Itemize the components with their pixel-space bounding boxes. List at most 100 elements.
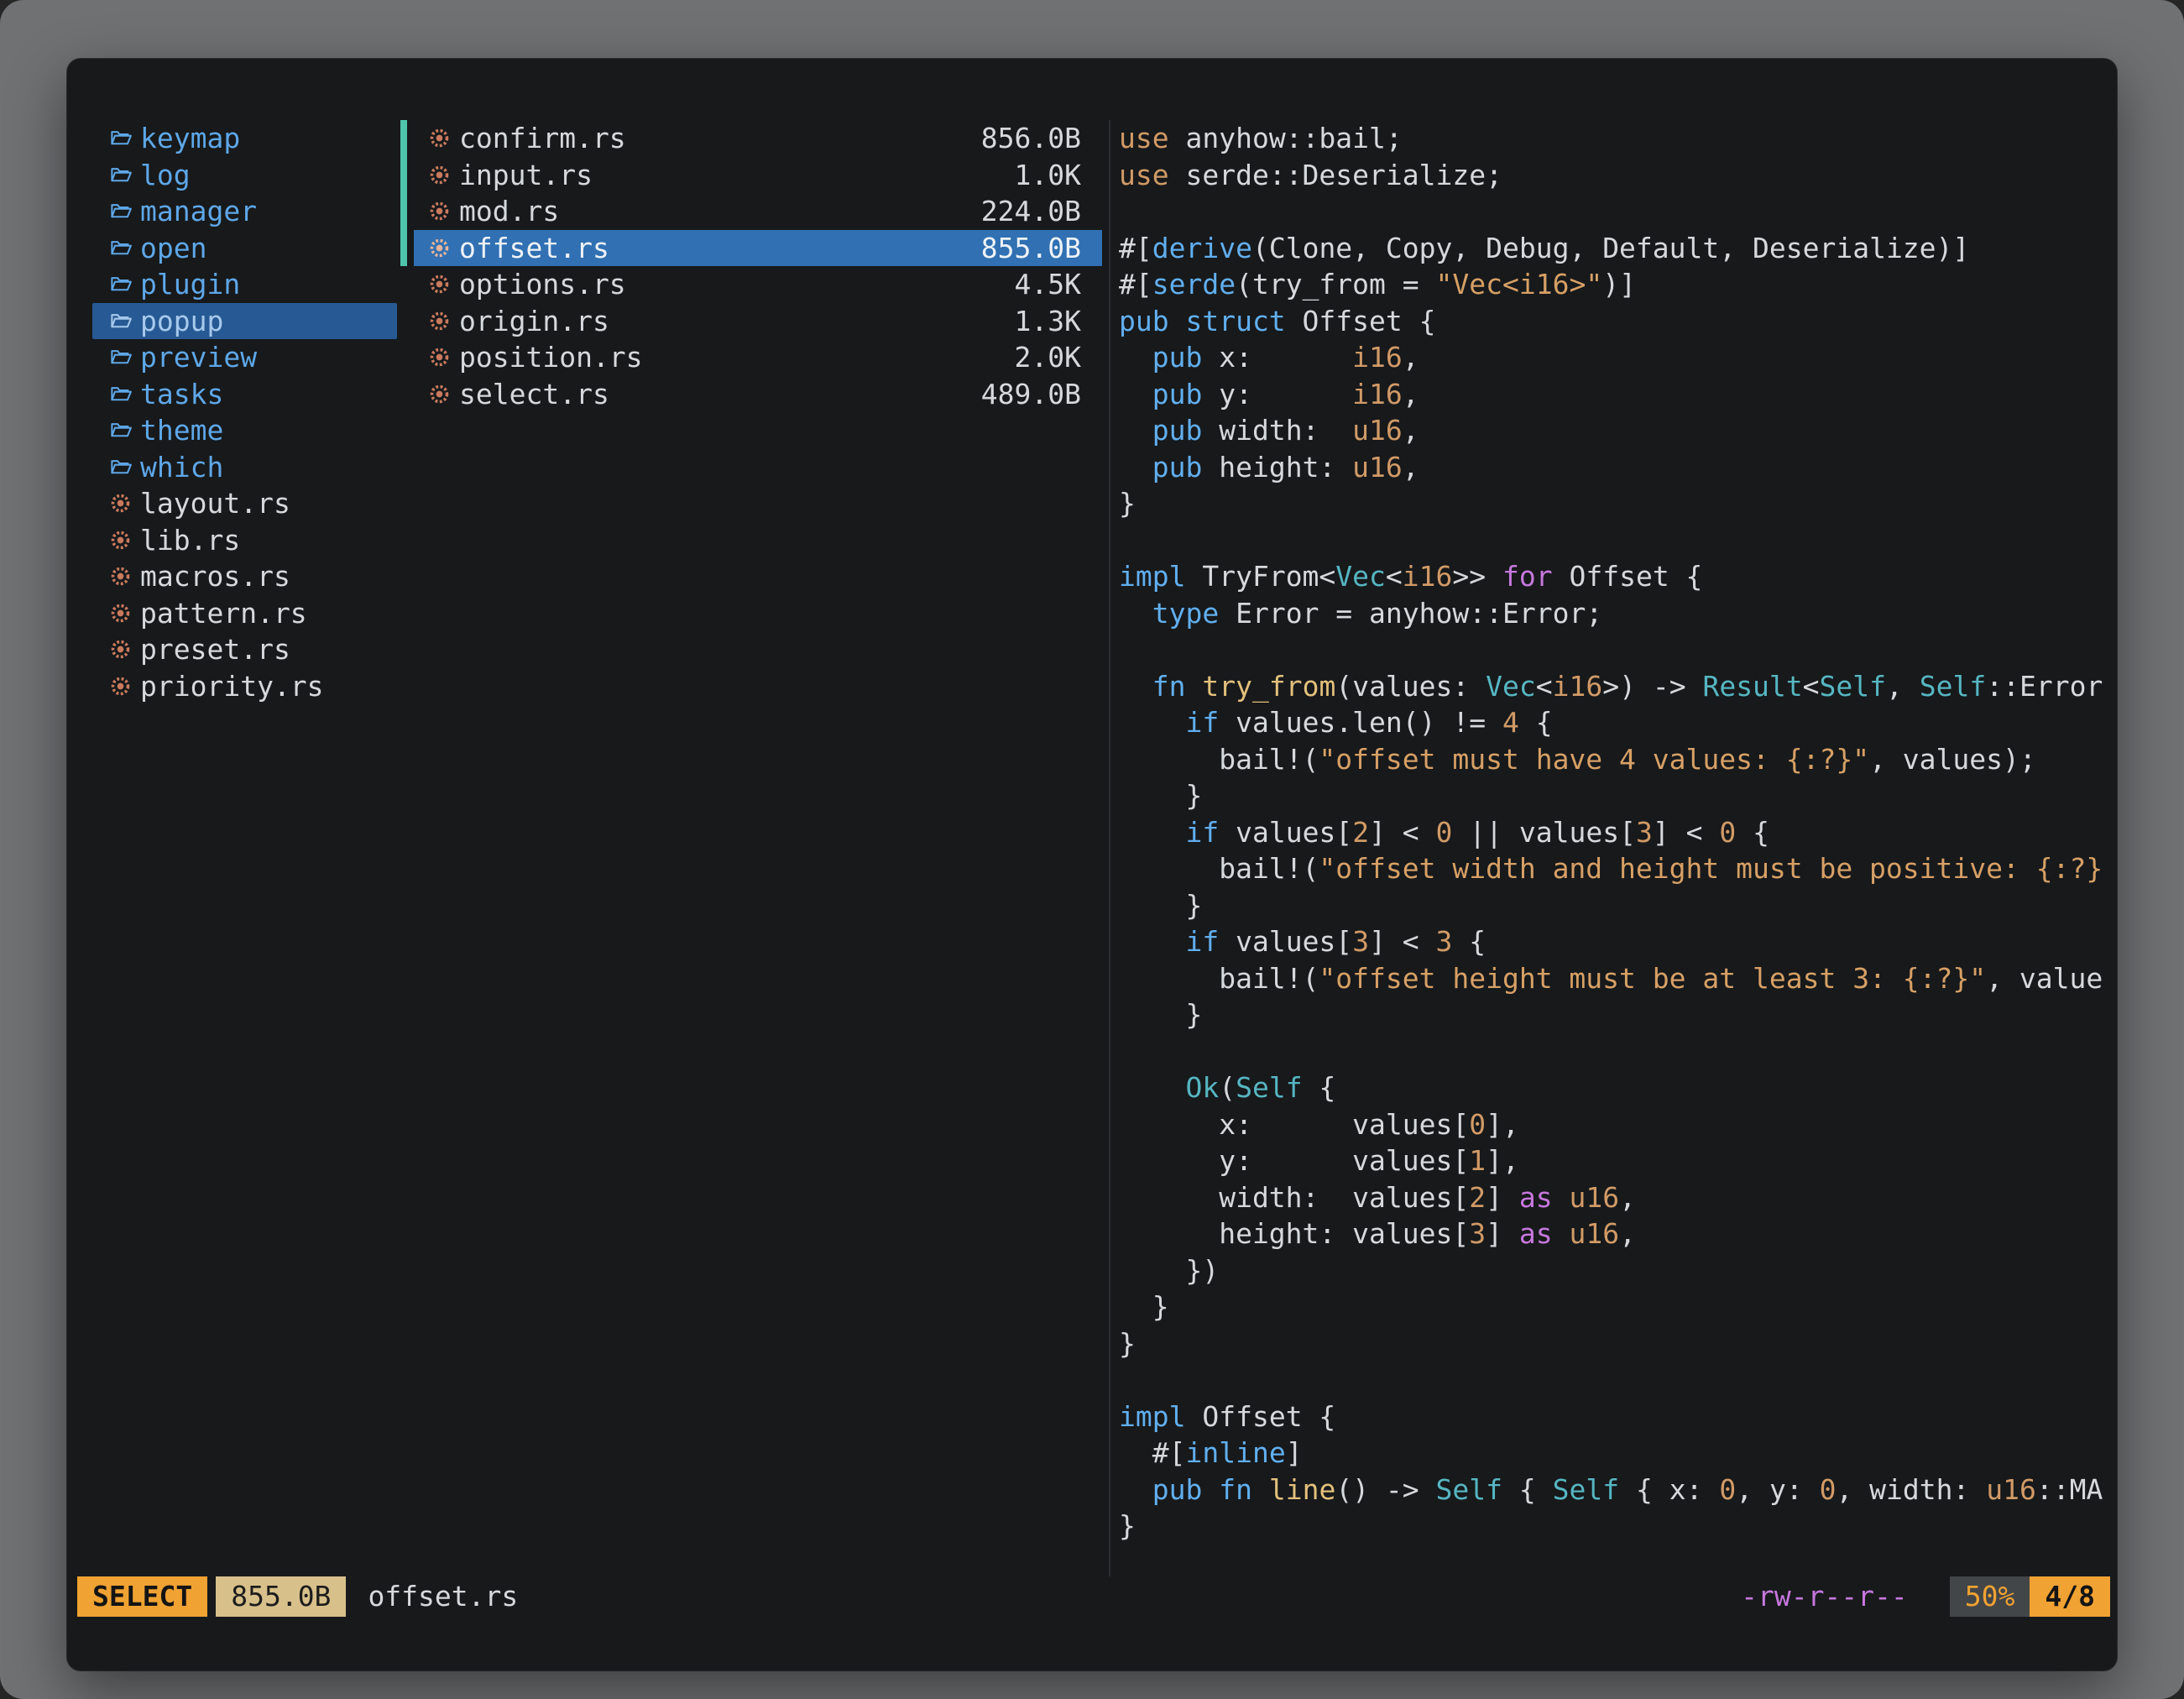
- code-line: height: values[3] as u16,: [1119, 1215, 2110, 1252]
- folder-open-icon: [109, 419, 132, 442]
- sidebar-item-pattern-rs[interactable]: pattern.rs: [92, 595, 397, 632]
- code-line: [1119, 631, 2110, 668]
- file-name: options.rs: [459, 266, 626, 303]
- file-row-input-rs[interactable]: input.rs 1.0K: [400, 157, 1109, 194]
- main-area: keymap log manager open plugin popup pre…: [67, 59, 2117, 1576]
- code-line: if values[2] < 0 || values[3] < 0 {: [1119, 814, 2110, 851]
- code-line: }: [1119, 777, 2110, 814]
- code-line: pub fn line() -> Self { Self { x: 0, y: …: [1119, 1472, 2110, 1508]
- sidebar-item-label: open: [140, 230, 206, 267]
- code-line: impl Offset {: [1119, 1398, 2110, 1435]
- code-line: [1119, 1362, 2110, 1398]
- code-line: impl TryFrom<Vec<i16>> for Offset {: [1119, 558, 2110, 595]
- marked-indicator-empty: [400, 266, 407, 303]
- file-row-content: origin.rs1.3K: [414, 303, 1102, 340]
- code-line: }: [1119, 996, 2110, 1033]
- code-line: pub x: i16,: [1119, 339, 2110, 376]
- rust-file-icon: [428, 383, 451, 405]
- scroll-percent-chip: 50%: [1950, 1576, 2030, 1617]
- sidebar-item-open[interactable]: open: [92, 230, 397, 267]
- sidebar-item-layout-rs[interactable]: layout.rs: [92, 485, 397, 522]
- file-size: 1.3K: [1015, 303, 1081, 340]
- sidebar-item-macros-rs[interactable]: macros.rs: [92, 558, 397, 595]
- current-pane[interactable]: confirm.rs856.0B input.rs 1.0K mod.rs224.…: [400, 120, 1109, 1576]
- sidebar-item-label: preset.rs: [140, 631, 290, 668]
- rust-file-icon: [109, 602, 132, 625]
- file-size: 1.0K: [1015, 157, 1081, 194]
- file-row-options-rs[interactable]: options.rs4.5K: [400, 266, 1109, 303]
- rust-file-icon: [109, 565, 132, 588]
- code-line: [1119, 522, 2110, 559]
- rust-file-icon: [428, 200, 451, 222]
- code-line: pub y: i16,: [1119, 376, 2110, 413]
- file-row-origin-rs[interactable]: origin.rs1.3K: [400, 303, 1109, 340]
- file-name: offset.rs: [459, 230, 609, 267]
- parent-pane[interactable]: keymap log manager open plugin popup pre…: [67, 120, 400, 1576]
- marked-indicator-empty: [400, 339, 407, 376]
- file-row-content: input.rs 1.0K: [414, 157, 1102, 194]
- sidebar-item-popup[interactable]: popup: [92, 303, 397, 340]
- code-line: x: values[0],: [1119, 1106, 2110, 1143]
- folder-open-icon: [109, 346, 132, 369]
- code-line: Ok(Self {: [1119, 1069, 2110, 1106]
- file-row-position-rs[interactable]: position.rs2.0K: [400, 339, 1109, 376]
- code-line: if values.len() != 4 {: [1119, 704, 2110, 741]
- folder-open-icon: [109, 383, 132, 405]
- sidebar-item-label: lib.rs: [140, 522, 240, 559]
- code-line: bail!("offset width and height must be p…: [1119, 850, 2110, 887]
- file-row-confirm-rs[interactable]: confirm.rs856.0B: [400, 120, 1109, 157]
- code-line: #[derive(Clone, Copy, Debug, Default, De…: [1119, 230, 2110, 267]
- folder-open-icon: [109, 127, 132, 149]
- file-size: 2.0K: [1015, 339, 1081, 376]
- rust-file-icon: [109, 492, 132, 515]
- sidebar-item-manager[interactable]: manager: [92, 193, 397, 230]
- code-line: use anyhow::bail;: [1119, 120, 2110, 157]
- sidebar-item-which[interactable]: which: [92, 449, 397, 486]
- rust-file-icon: [428, 164, 451, 186]
- sidebar-item-lib-rs[interactable]: lib.rs: [92, 522, 397, 559]
- file-size: 224.0B: [981, 193, 1081, 230]
- file-row-content: confirm.rs856.0B: [414, 120, 1102, 157]
- code-line: type Error = anyhow::Error;: [1119, 595, 2110, 632]
- code-line: }: [1119, 887, 2110, 924]
- sidebar-item-preset-rs[interactable]: preset.rs: [92, 631, 397, 668]
- file-row-mod-rs[interactable]: mod.rs224.0B: [400, 193, 1109, 230]
- sidebar-item-label: preview: [140, 339, 257, 376]
- folder-open-icon: [109, 200, 132, 222]
- file-row-offset-rs[interactable]: offset.rs855.0B: [400, 230, 1109, 267]
- preview-pane[interactable]: use anyhow::bail;use serde::Deserialize;…: [1109, 120, 2117, 1576]
- code-line: }: [1119, 485, 2110, 522]
- code-line: bail!("offset height must be at least 3:…: [1119, 960, 2110, 997]
- sidebar-item-keymap[interactable]: keymap: [92, 120, 397, 157]
- code-line: fn try_from(values: Vec<i16>) -> Result<…: [1119, 668, 2110, 705]
- file-row-select-rs[interactable]: select.rs489.0B: [400, 376, 1109, 413]
- code-line: bail!("offset must have 4 values: {:?}",…: [1119, 741, 2110, 778]
- code-line: }): [1119, 1252, 2110, 1289]
- file-row-content: position.rs2.0K: [414, 339, 1102, 376]
- folder-open-icon: [109, 164, 132, 186]
- desktop-background: keymap log manager open plugin popup pre…: [0, 0, 2184, 1699]
- yazi-window: keymap log manager open plugin popup pre…: [67, 59, 2117, 1670]
- rust-file-icon: [428, 273, 451, 295]
- rust-file-icon: [109, 638, 132, 661]
- sidebar-item-label: priority.rs: [140, 668, 324, 705]
- code-line: pub height: u16,: [1119, 449, 2110, 486]
- sidebar-item-plugin[interactable]: plugin: [92, 266, 397, 303]
- rust-file-icon: [428, 127, 451, 149]
- file-name: input.rs: [459, 157, 593, 194]
- sidebar-item-tasks[interactable]: tasks: [92, 376, 397, 413]
- sidebar-item-label: keymap: [140, 120, 240, 157]
- code-line: use serde::Deserialize;: [1119, 157, 2110, 194]
- sidebar-item-priority-rs[interactable]: priority.rs: [92, 668, 397, 705]
- sidebar-item-preview[interactable]: preview: [92, 339, 397, 376]
- sidebar-item-theme[interactable]: theme: [92, 412, 397, 449]
- file-name: confirm.rs: [459, 120, 626, 157]
- rust-file-icon: [428, 346, 451, 369]
- code-line: #[inline]: [1119, 1435, 2110, 1472]
- code-line: y: values[1],: [1119, 1142, 2110, 1179]
- sidebar-item-label: layout.rs: [140, 485, 290, 522]
- sidebar-item-label: popup: [140, 303, 223, 340]
- sidebar-item-log[interactable]: log: [92, 157, 397, 194]
- folder-open-icon: [109, 310, 132, 332]
- marked-indicator: [400, 193, 407, 230]
